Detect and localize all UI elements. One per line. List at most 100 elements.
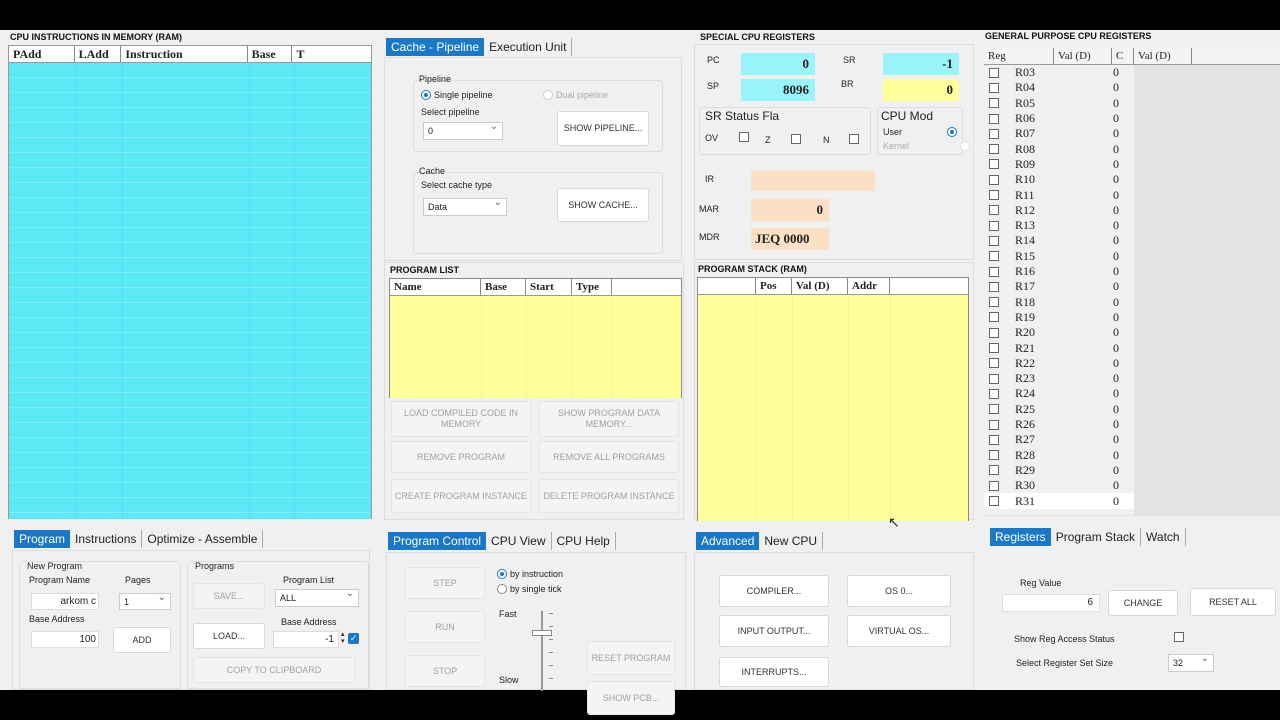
gpr-row-checkbox[interactable]	[989, 480, 999, 491]
gpr-row-checkbox[interactable]	[989, 98, 999, 109]
gpr-row-checkbox[interactable]	[989, 205, 999, 216]
tab-execution-unit[interactable]: Execution Unit	[484, 38, 573, 56]
change-button[interactable]: CHANGE	[1108, 590, 1178, 616]
gpr-row-checkbox[interactable]	[989, 128, 999, 139]
virtual-os-button[interactable]: VIRTUAL OS...	[847, 615, 951, 647]
base-address2-input[interactable]: -1	[273, 631, 339, 648]
gpr-row[interactable]: R12 0	[984, 203, 1134, 218]
copy-to-clipboard-button[interactable]: COPY TO CLIPBOARD	[193, 657, 355, 683]
gpr-row[interactable]: R11 0	[984, 187, 1134, 202]
gpr-row-checkbox[interactable]	[989, 434, 999, 445]
register-set-size-select[interactable]: 32	[1168, 653, 1214, 672]
gpr-row-checkbox[interactable]	[989, 419, 999, 430]
flag-ov-checkbox[interactable]	[739, 132, 749, 142]
pipeline-select[interactable]: 0	[423, 121, 503, 140]
tab-advanced[interactable]: Advanced	[696, 532, 760, 550]
delete-program-instance-button[interactable]: DELETE PROGRAM INSTANCE	[539, 479, 679, 513]
program-list-select[interactable]: ALL	[275, 588, 359, 607]
speed-slider-track[interactable]	[541, 611, 543, 691]
memory-grid[interactable]: PAdd LAdd Instruction Base T	[8, 45, 372, 519]
gpr-row[interactable]: R22 0	[984, 356, 1134, 371]
gpr-row[interactable]: R18 0	[984, 295, 1134, 310]
gpr-row[interactable]: R20 0	[984, 325, 1134, 340]
by-single-tick-radio[interactable]	[497, 584, 507, 594]
tab-cpu-view[interactable]: CPU View	[486, 532, 552, 550]
tab-program[interactable]: Program	[14, 530, 71, 548]
load-compiled-code-button[interactable]: LOAD COMPILED CODE IN MEMORY	[391, 401, 531, 437]
gpr-row[interactable]: R08 0	[984, 142, 1134, 157]
gpr-row-checkbox[interactable]	[989, 113, 999, 124]
gpr-row-checkbox[interactable]	[989, 358, 999, 369]
interrupts-button[interactable]: INTERRUPTS...	[719, 657, 829, 687]
single-pipeline-option[interactable]: Single pipeline	[421, 90, 493, 100]
gpr-row[interactable]: R26 0	[984, 417, 1134, 432]
gpr-row[interactable]: R05 0	[984, 96, 1134, 111]
gpr-row-checkbox[interactable]	[989, 235, 999, 246]
cache-select[interactable]: Data	[423, 197, 507, 216]
gpr-row[interactable]: R14 0	[984, 233, 1134, 248]
gpr-row-checkbox[interactable]	[989, 220, 999, 231]
gpr-row[interactable]: R24 0	[984, 386, 1134, 401]
save-button[interactable]: SAVE...	[193, 583, 265, 609]
dual-pipeline-radio[interactable]	[543, 90, 553, 100]
by-single-tick-option[interactable]: by single tick	[497, 584, 562, 594]
tab-new-cpu[interactable]: New CPU	[759, 532, 824, 550]
reset-program-button[interactable]: RESET PROGRAM	[587, 641, 675, 675]
gpr-row-checkbox[interactable]	[989, 373, 999, 384]
step-button[interactable]: STEP	[405, 567, 485, 599]
tab-cache-pipeline[interactable]: Cache - Pipeline	[386, 38, 485, 56]
gpr-row[interactable]: R25 0	[984, 402, 1134, 417]
gpr-row[interactable]: R04 0	[984, 80, 1134, 95]
gpr-row-checkbox[interactable]	[989, 343, 999, 354]
gpr-row-checkbox[interactable]	[989, 496, 999, 507]
gpr-row-checkbox[interactable]	[989, 144, 999, 155]
gpr-row[interactable]: R30 0	[984, 478, 1134, 493]
run-button[interactable]: RUN	[405, 611, 485, 643]
remove-all-programs-button[interactable]: REMOVE ALL PROGRAMS	[539, 441, 679, 473]
gpr-row-checkbox[interactable]	[989, 67, 999, 78]
tab-program-control[interactable]: Program Control	[388, 532, 487, 550]
show-pcb-button[interactable]: SHOW PCB...	[587, 681, 675, 715]
show-pipeline-button[interactable]: SHOW PIPELINE...	[557, 111, 649, 146]
by-instruction-option[interactable]: by instruction	[497, 569, 563, 579]
gpr-row-checkbox[interactable]	[989, 281, 999, 292]
gpr-row[interactable]: R17 0	[984, 279, 1134, 294]
gpr-row[interactable]: R10 0	[984, 172, 1134, 187]
gpr-row[interactable]: R09 0	[984, 157, 1134, 172]
base-address-checkbox[interactable]: ✓	[348, 633, 359, 644]
gpr-row[interactable]: R15 0	[984, 249, 1134, 264]
create-program-instance-button[interactable]: CREATE PROGRAM INSTANCE	[391, 479, 531, 513]
reg-value-input[interactable]: 6	[1002, 594, 1100, 612]
os-button[interactable]: OS 0...	[847, 575, 951, 607]
flag-n-checkbox[interactable]	[849, 134, 859, 144]
gpr-row[interactable]: R13 0	[984, 218, 1134, 233]
program-list-grid[interactable]: Name Base Start Type	[389, 278, 682, 398]
input-output-button[interactable]: INPUT OUTPUT...	[719, 615, 829, 647]
gpr-row[interactable]: R07 0	[984, 126, 1134, 141]
gpr-row-checkbox[interactable]	[989, 266, 999, 277]
gpr-row-checkbox[interactable]	[989, 174, 999, 185]
gpr-row-checkbox[interactable]	[989, 159, 999, 170]
show-program-data-memory-button[interactable]: SHOW PROGRAM DATA MEMORY...	[539, 401, 679, 437]
gpr-row-checkbox[interactable]	[989, 404, 999, 415]
pages-select[interactable]: 1	[119, 592, 171, 610]
show-reg-access-checkbox[interactable]	[1174, 632, 1184, 642]
tab-program-stack[interactable]: Program Stack	[1051, 528, 1142, 546]
gpr-grid[interactable]: Reg Val (D) C Val (D) R03 0 R04 0 R05 0 R06 0 R0…	[984, 48, 1280, 516]
gpr-row-checkbox[interactable]	[989, 327, 999, 338]
compiler-button[interactable]: COMPILER...	[719, 575, 829, 607]
show-cache-button[interactable]: SHOW CACHE...	[557, 188, 649, 222]
gpr-row-checkbox[interactable]	[989, 388, 999, 399]
mode-user-radio[interactable]	[947, 127, 957, 137]
program-name-input[interactable]: arkom c	[31, 593, 99, 610]
load-button[interactable]: LOAD...	[193, 623, 265, 649]
gpr-row[interactable]: R29 0	[984, 463, 1134, 478]
tab-cpu-help[interactable]: CPU Help	[552, 532, 616, 550]
tab-optimize-assemble[interactable]: Optimize - Assemble	[142, 530, 264, 548]
gpr-row-checkbox[interactable]	[989, 465, 999, 476]
gpr-row[interactable]: R28 0	[984, 448, 1134, 463]
dual-pipeline-option[interactable]: Dual pipeline	[543, 90, 608, 100]
gpr-row-checkbox[interactable]	[989, 297, 999, 308]
gpr-row[interactable]: R27 0	[984, 432, 1134, 447]
gpr-row[interactable]: R23 0	[984, 371, 1134, 386]
